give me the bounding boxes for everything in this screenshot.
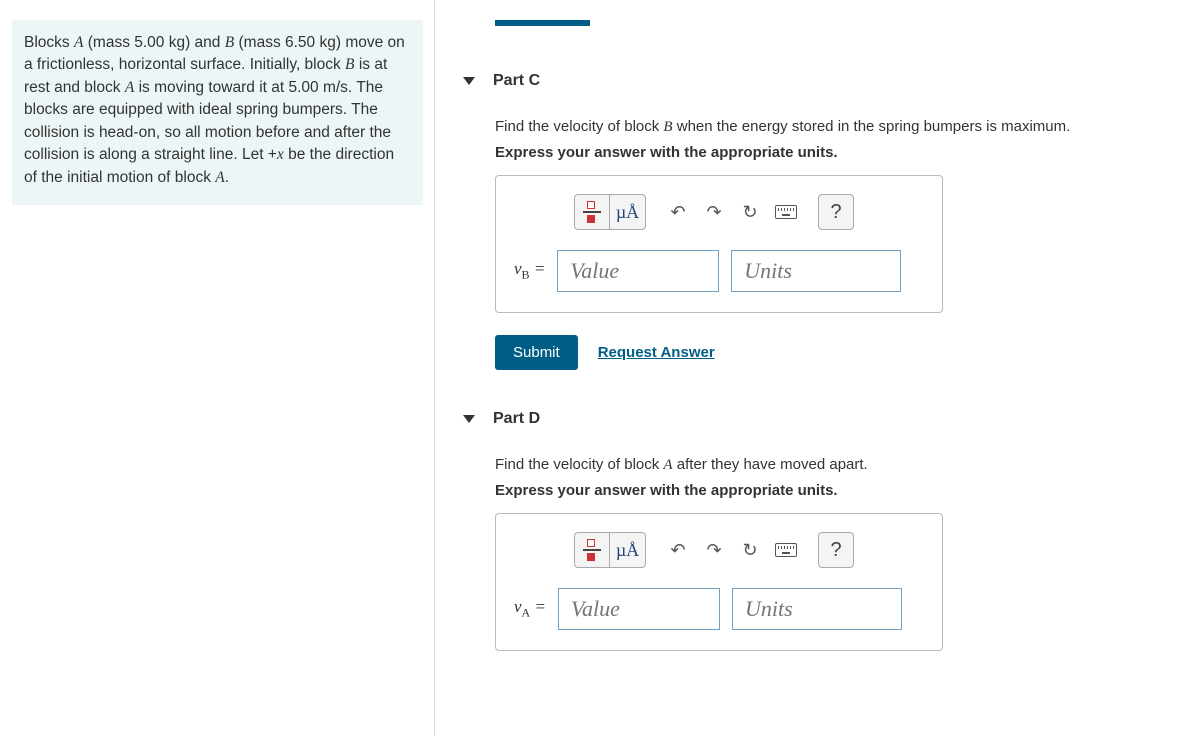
- part-hint: Express your answer with the appropriate…: [495, 482, 1190, 499]
- units-input[interactable]: [732, 588, 902, 630]
- answer-box: µÅ ↶ ↷ ↻ ? vA =: [495, 513, 943, 651]
- keyboard-button[interactable]: [768, 194, 804, 230]
- fraction-template-button[interactable]: [574, 194, 610, 230]
- special-chars-button[interactable]: µÅ: [610, 532, 646, 568]
- part-d: Part D Find the velocity of block A afte…: [495, 410, 1190, 651]
- reset-button[interactable]: ↻: [732, 532, 768, 568]
- answer-box: µÅ ↶ ↷ ↻ ? vB =: [495, 175, 943, 313]
- mu-angstrom-icon: µÅ: [616, 202, 639, 223]
- value-input[interactable]: [557, 250, 719, 292]
- part-header[interactable]: Part D: [463, 410, 1190, 428]
- answer-toolbar: µÅ ↶ ↷ ↻ ?: [574, 194, 924, 230]
- help-button[interactable]: ?: [818, 194, 854, 230]
- chevron-down-icon: [463, 77, 475, 85]
- fraction-icon: [583, 201, 601, 223]
- undo-button[interactable]: ↶: [660, 532, 696, 568]
- progress-marker: [495, 20, 590, 26]
- reset-icon: ↻: [742, 202, 757, 223]
- redo-icon: ↷: [706, 540, 721, 561]
- part-hint: Express your answer with the appropriate…: [495, 144, 1190, 161]
- chevron-down-icon: [463, 415, 475, 423]
- part-prompt: Find the velocity of block B when the en…: [495, 118, 1190, 136]
- undo-button[interactable]: ↶: [660, 194, 696, 230]
- answer-toolbar: µÅ ↶ ↷ ↻ ?: [574, 532, 924, 568]
- submit-button[interactable]: Submit: [495, 335, 578, 370]
- help-button[interactable]: ?: [818, 532, 854, 568]
- fraction-template-button[interactable]: [574, 532, 610, 568]
- redo-button[interactable]: ↷: [696, 194, 732, 230]
- part-c: Part C Find the velocity of block B when…: [495, 72, 1190, 370]
- variable-label: vA =: [514, 597, 546, 620]
- reset-icon: ↻: [742, 540, 757, 561]
- mu-angstrom-icon: µÅ: [616, 540, 639, 561]
- value-input[interactable]: [558, 588, 720, 630]
- keyboard-icon: [775, 205, 797, 219]
- special-chars-button[interactable]: µÅ: [610, 194, 646, 230]
- undo-icon: ↶: [670, 540, 685, 561]
- keyboard-icon: [775, 543, 797, 557]
- problem-statement: Blocks A (mass 5.00 kg) and B (mass 6.50…: [12, 20, 423, 205]
- part-header[interactable]: Part C: [463, 72, 1190, 90]
- redo-icon: ↷: [706, 202, 721, 223]
- keyboard-button[interactable]: [768, 532, 804, 568]
- part-title: Part C: [493, 72, 540, 90]
- undo-icon: ↶: [670, 202, 685, 223]
- fraction-icon: [583, 539, 601, 561]
- variable-label: vB =: [514, 259, 545, 282]
- units-input[interactable]: [731, 250, 901, 292]
- part-title: Part D: [493, 410, 540, 428]
- request-answer-link[interactable]: Request Answer: [598, 344, 715, 361]
- redo-button[interactable]: ↷: [696, 532, 732, 568]
- reset-button[interactable]: ↻: [732, 194, 768, 230]
- part-prompt: Find the velocity of block A after they …: [495, 456, 1190, 474]
